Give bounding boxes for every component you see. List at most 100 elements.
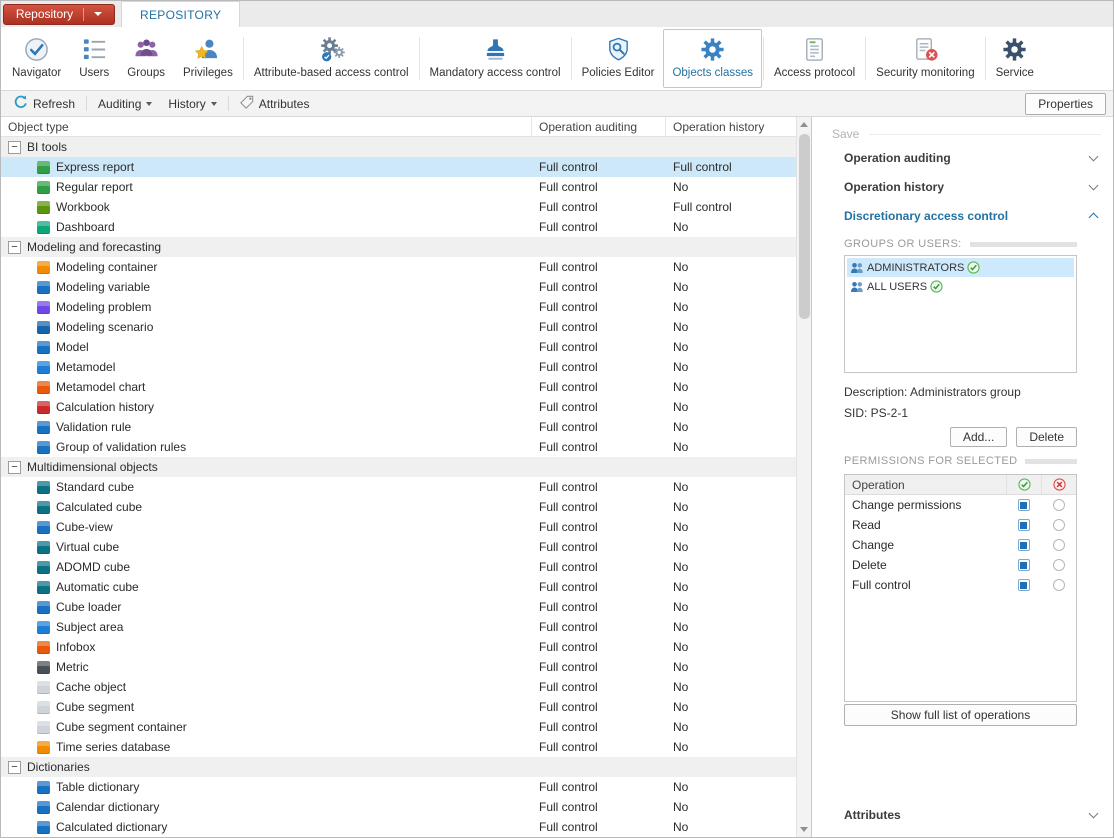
section-operation-history[interactable]: Operation history [824,172,1101,201]
table-row[interactable]: ADOMD cube Full control No [1,557,796,577]
object-label: Automatic cube [56,580,139,594]
ribbon-item-navigator[interactable]: Navigator [3,29,70,88]
section-attributes[interactable]: Attributes [824,800,1101,829]
deny-checkbox[interactable] [1052,519,1065,531]
table-row[interactable]: Standard cube Full control No [1,477,796,497]
table-row[interactable]: Table dictionary Full control No [1,777,796,797]
scroll-down-button[interactable] [797,822,812,837]
granted-check-icon [930,280,943,293]
repository-menu-button[interactable]: Repository [3,3,115,25]
table-row[interactable]: BI tools [1,137,796,157]
column-header-object-type[interactable]: Object type [1,117,531,136]
scroll-up-button[interactable] [797,117,812,132]
table-row[interactable]: Infobox Full control No [1,637,796,657]
permission-label: Delete [852,558,887,572]
table-row[interactable]: Cube-view Full control No [1,517,796,537]
column-header-operation-history[interactable]: Operation history [665,117,796,136]
operation-auditing-cell: Full control [539,360,598,374]
table-row[interactable]: Modeling problem Full control No [1,297,796,317]
table-row[interactable]: Cube loader Full control No [1,597,796,617]
ribbon-item-policies-editor[interactable]: Policies Editor [573,29,664,88]
allow-checkbox[interactable] [1017,579,1030,591]
chevron-up-icon [1088,212,1099,223]
object-icon [37,660,50,674]
table-row[interactable]: Metamodel Full control No [1,357,796,377]
delete-button[interactable]: Delete [1016,427,1077,447]
table-row[interactable]: Modeling and forecasting [1,237,796,257]
object-icon [37,600,50,614]
table-row[interactable]: Time series database Full control No [1,737,796,757]
allow-checkbox[interactable] [1017,559,1030,571]
ribbon-item-privileges[interactable]: Privileges [174,29,242,88]
table-row[interactable]: Metamodel chart Full control No [1,377,796,397]
allow-checkbox[interactable] [1017,519,1030,531]
group-list-item[interactable]: ADMINISTRATORS [847,258,1074,277]
save-button[interactable]: Save [824,125,1101,143]
table-row[interactable]: Subject area Full control No [1,617,796,637]
table-row[interactable]: Dictionaries [1,757,796,777]
scrollbar-thumb[interactable] [798,134,810,319]
table-row[interactable]: Modeling container Full control No [1,257,796,277]
allow-checkbox[interactable] [1017,499,1030,511]
ribbon-item-access-protocol[interactable]: Access protocol [765,29,864,88]
ribbon-item-service[interactable]: Service [987,29,1043,88]
allow-checkbox[interactable] [1017,539,1030,551]
ribbon-separator [865,37,867,80]
table-row[interactable]: Calculated dictionary Full control No [1,817,796,837]
table-row[interactable]: Cube segment container Full control No [1,717,796,737]
show-full-list-button[interactable]: Show full list of operations [844,704,1077,726]
table-row[interactable]: Regular report Full control No [1,177,796,197]
collapse-toggle-icon[interactable] [8,140,21,154]
auditing-dropdown[interactable]: Auditing [90,94,160,114]
tab-repository[interactable]: REPOSITORY [121,1,241,27]
table-row[interactable]: Express report Full control Full control [1,157,796,177]
table-row[interactable]: Metric Full control No [1,657,796,677]
add-button[interactable]: Add... [949,427,1008,447]
deny-checkbox[interactable] [1052,559,1065,571]
deny-checkbox[interactable] [1052,579,1065,591]
table-row[interactable]: Multidimensional objects [1,457,796,477]
ribbon-item-groups[interactable]: Groups [118,29,174,88]
section-discretionary-access-control[interactable]: Discretionary access control [824,201,1101,230]
properties-button[interactable]: Properties [1025,92,1106,115]
collapse-toggle-icon[interactable] [8,460,21,474]
table-row[interactable]: Cube segment Full control No [1,697,796,717]
table-row[interactable]: Virtual cube Full control No [1,537,796,557]
object-label: Cube loader [56,600,122,614]
tag-icon [239,95,254,112]
table-row[interactable]: Calendar dictionary Full control No [1,797,796,817]
table-row[interactable]: Validation rule Full control No [1,417,796,437]
table-row[interactable]: Calculated cube Full control No [1,497,796,517]
object-icon [37,800,50,814]
object-type-cell: Automatic cube [1,580,531,594]
collapse-toggle-icon[interactable] [8,240,21,254]
history-dropdown[interactable]: History [160,94,224,114]
ribbon-item-security-monitoring[interactable]: Security monitoring [867,29,983,88]
object-type-cell: Calculation history [1,400,531,414]
ribbon-item-objects-classes[interactable]: Objects classes [663,29,762,88]
object-icon [37,720,50,734]
table-row[interactable]: Cache object Full control No [1,677,796,697]
table-scrollbar[interactable] [796,117,811,837]
section-operation-auditing[interactable]: Operation auditing [824,143,1101,172]
table-row[interactable]: Automatic cube Full control No [1,577,796,597]
deny-checkbox[interactable] [1052,499,1065,511]
column-header-operation-auditing[interactable]: Operation auditing [531,117,665,136]
table-row[interactable]: Workbook Full control Full control [1,197,796,217]
arrow-down-icon [800,827,808,832]
attributes-button[interactable]: Attributes [232,92,318,115]
collapse-toggle-icon[interactable] [8,760,21,774]
table-row[interactable]: Modeling scenario Full control No [1,317,796,337]
ribbon-item-users[interactable]: Users [70,29,118,88]
ribbon-item-mandatory-access-control[interactable]: Mandatory access control [421,29,570,88]
deny-checkbox[interactable] [1052,539,1065,551]
table-row[interactable]: Model Full control No [1,337,796,357]
refresh-button[interactable]: Refresh [6,92,83,115]
table-row[interactable]: Calculation history Full control No [1,397,796,417]
group-list-item[interactable]: ALL USERS [847,277,1074,296]
table-row[interactable]: Modeling variable Full control No [1,277,796,297]
ribbon-item-attribute-based-access-control[interactable]: Attribute-based access control [245,29,418,88]
groups-users-list[interactable]: ADMINISTRATORS ALL USERS [844,255,1077,373]
table-row[interactable]: Group of validation rules Full control N… [1,437,796,457]
table-row[interactable]: Dashboard Full control No [1,217,796,237]
